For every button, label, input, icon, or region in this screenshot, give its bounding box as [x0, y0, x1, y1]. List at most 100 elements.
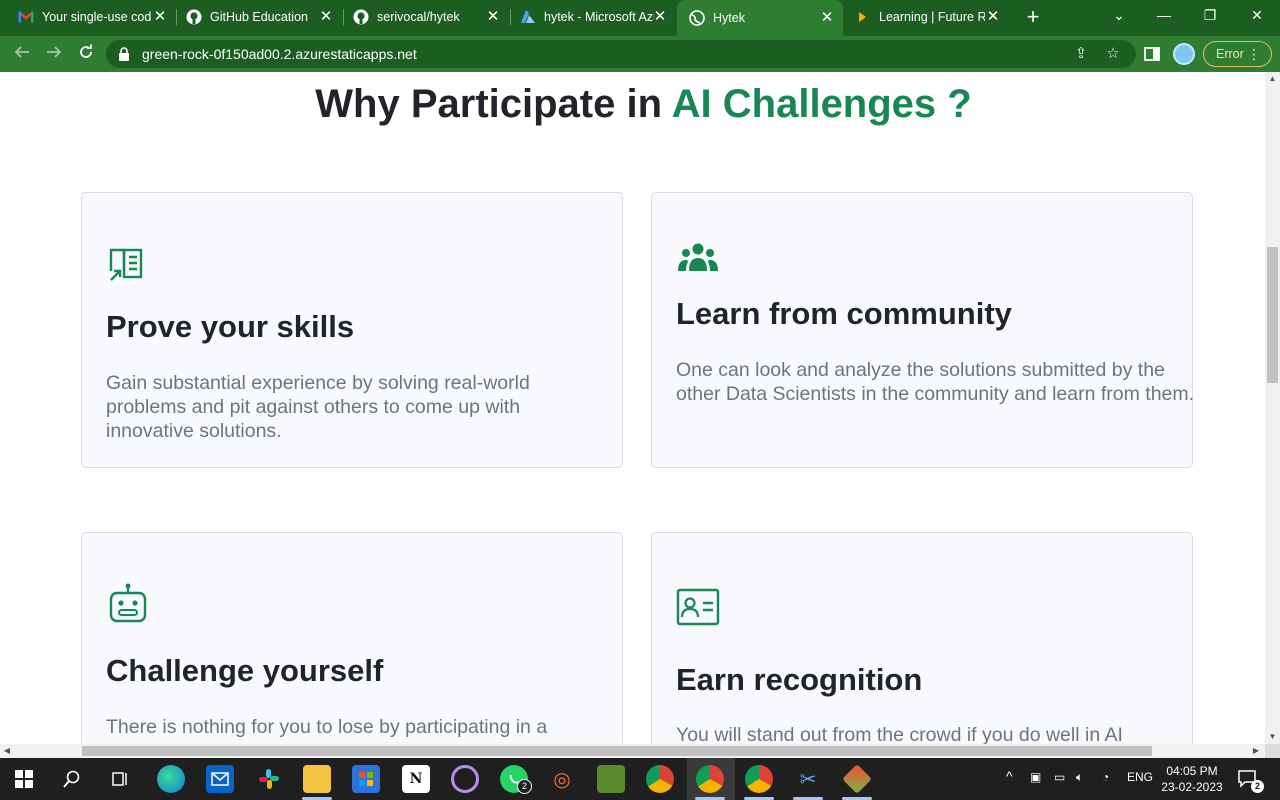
close-window-button[interactable]: ✕ — [1234, 0, 1280, 32]
card-title: Prove your skills — [106, 309, 355, 344]
file-explorer-icon[interactable] — [303, 765, 331, 793]
card-description: You will stand out from the crowd if you… — [676, 724, 1123, 744]
system-clock[interactable]: 04:05 PM 23-02-2023 — [1150, 763, 1234, 795]
vertical-scrollbar[interactable]: ▲ ▼ — [1265, 72, 1280, 744]
tab-title: Learning | Future Ready — [879, 10, 985, 24]
scroll-down-icon[interactable]: ▼ — [1265, 730, 1280, 744]
side-panel-icon[interactable] — [1144, 46, 1160, 62]
close-icon[interactable]: ✕ — [318, 9, 334, 25]
volume-icon[interactable]: 🔈︎ — [1076, 770, 1083, 785]
heading-prefix: Why Participate in — [315, 82, 672, 126]
forward-button[interactable] — [40, 40, 68, 68]
close-icon[interactable]: ✕ — [985, 9, 1001, 25]
arrow-left-icon — [14, 46, 29, 58]
store-icon[interactable] — [352, 765, 380, 793]
mail-icon[interactable] — [206, 765, 234, 793]
tab-separator — [176, 9, 177, 25]
reload-icon — [80, 44, 92, 58]
git-icon[interactable] — [842, 764, 872, 794]
feature-card-learn-community: Learn from community One can look and an… — [651, 192, 1195, 468]
profile-avatar[interactable] — [1173, 43, 1195, 65]
search-icon[interactable] — [58, 765, 86, 793]
people-icon — [678, 243, 718, 271]
bookmark-star-icon[interactable]: ☆ — [1104, 45, 1122, 63]
reload-button[interactable] — [72, 40, 100, 68]
meet-now-icon[interactable]: ▣ — [1030, 770, 1041, 784]
podcast-app-icon[interactable] — [451, 765, 479, 793]
tab-hytek[interactable]: Hytek ✕ — [677, 0, 843, 36]
share-icon[interactable]: ⇪ — [1072, 45, 1090, 63]
snipping-tool-icon[interactable]: ✂ — [794, 765, 822, 793]
chrome-profile-icon[interactable] — [745, 765, 773, 793]
certificate-icon — [109, 248, 143, 281]
close-icon[interactable]: ✕ — [152, 9, 168, 25]
notepad-plus-icon[interactable] — [597, 765, 625, 793]
scroll-right-icon[interactable]: ▶ — [1249, 744, 1263, 758]
wifi-icon[interactable]: ◔ — [1102, 770, 1109, 784]
scroll-left-icon[interactable]: ◀ — [0, 744, 14, 758]
browser-toolbar: green-rock-0f150ad00.2.azurestaticapps.n… — [0, 36, 1280, 72]
tab-title: serivocal/hytek — [377, 10, 460, 24]
tab-title: Hytek — [713, 11, 745, 25]
person-badge-icon — [676, 588, 720, 626]
tab-learning[interactable]: Learning | Future Ready ✕ — [855, 4, 1001, 30]
error-button[interactable]: Error ⋮ — [1203, 41, 1272, 67]
card-description: Gain substantial experience by solving r… — [106, 372, 530, 442]
notion-icon[interactable]: N — [402, 765, 430, 793]
tab-hytek-azure[interactable]: hytek - Microsoft Azure ✕ — [520, 4, 668, 30]
windows-taskbar: N ◎ ✂ ^ ▣ ▭ 🔈︎ ◔ ENG 04:05 PM 23-02-2023… — [0, 758, 1280, 800]
windows-start-icon[interactable] — [10, 765, 38, 793]
globe-icon — [689, 10, 705, 26]
back-button[interactable] — [8, 40, 36, 68]
page-content: Why Participate in AI Challenges ? Prove… — [0, 72, 1265, 744]
chrome-icon[interactable] — [646, 765, 674, 793]
card-description: One can look and analyze the solutions s… — [676, 359, 1195, 405]
chrome-profile-icon[interactable] — [696, 765, 724, 793]
scrollbar-corner — [1265, 744, 1280, 758]
scroll-up-icon[interactable]: ▲ — [1265, 72, 1280, 86]
url-text: green-rock-0f150ad00.2.azurestaticapps.n… — [142, 46, 417, 62]
tab-title: GitHub Education — [210, 10, 308, 24]
tab-title: Your single-use code — [42, 10, 152, 24]
learning-icon — [855, 9, 871, 25]
new-tab-button[interactable]: + — [1022, 5, 1044, 29]
tab-strip: Your single-use code ✕ GitHub Education … — [0, 0, 1280, 36]
page-heading: Why Participate in AI Challenges ? — [0, 82, 1265, 127]
tab-gmail[interactable]: Your single-use code ✕ — [18, 4, 168, 30]
arrow-right-icon — [47, 46, 62, 58]
close-icon[interactable]: ✕ — [652, 9, 668, 25]
vertical-scroll-thumb[interactable] — [1267, 247, 1278, 383]
restore-button[interactable]: ❐ — [1187, 0, 1233, 32]
battery-icon[interactable]: ▭ — [1054, 770, 1065, 784]
tab-search-chevron-icon[interactable]: ⌄ — [1096, 0, 1142, 32]
lock-icon — [119, 47, 129, 61]
slack-icon[interactable] — [255, 765, 283, 793]
robot-icon — [109, 583, 147, 623]
tab-serivocal-hytek[interactable]: serivocal/hytek ✕ — [353, 4, 501, 30]
notification-badge: 2 — [1251, 780, 1264, 793]
tab-separator — [510, 9, 511, 25]
close-icon[interactable]: ✕ — [485, 9, 501, 25]
card-title: Earn recognition — [676, 662, 923, 697]
horizontal-scroll-thumb[interactable] — [82, 746, 1152, 756]
gmail-icon — [18, 9, 34, 25]
card-title: Learn from community — [676, 296, 1012, 331]
clock-time: 04:05 PM — [1166, 764, 1218, 778]
chevron-up-icon[interactable]: ^ — [1006, 768, 1013, 784]
close-icon[interactable]: ✕ — [819, 10, 835, 26]
task-view-icon[interactable] — [106, 765, 134, 793]
github-icon — [186, 9, 202, 25]
minimize-button[interactable]: — — [1141, 0, 1187, 32]
card-description: There is nothing for you to lose by part… — [106, 716, 548, 738]
edge-icon[interactable] — [157, 765, 185, 793]
horizontal-scrollbar[interactable]: ◀ ▶ — [0, 744, 1265, 758]
feature-card-prove-skills: Prove your skills Gain substantial exper… — [81, 192, 623, 468]
card-title: Challenge yourself — [106, 653, 384, 688]
address-bar[interactable]: green-rock-0f150ad00.2.azurestaticapps.n… — [106, 40, 1136, 68]
menu-dots-icon: ⋮ — [1247, 46, 1261, 62]
clock-date: 23-02-2023 — [1161, 780, 1223, 794]
feature-card-challenge-yourself: Challenge yourself There is nothing for … — [81, 532, 623, 744]
feature-card-earn-recognition: Earn recognition You will stand out from… — [651, 532, 1193, 744]
tab-github-education[interactable]: GitHub Education ✕ — [186, 4, 334, 30]
jupyter-icon[interactable]: ◎ — [548, 765, 576, 793]
